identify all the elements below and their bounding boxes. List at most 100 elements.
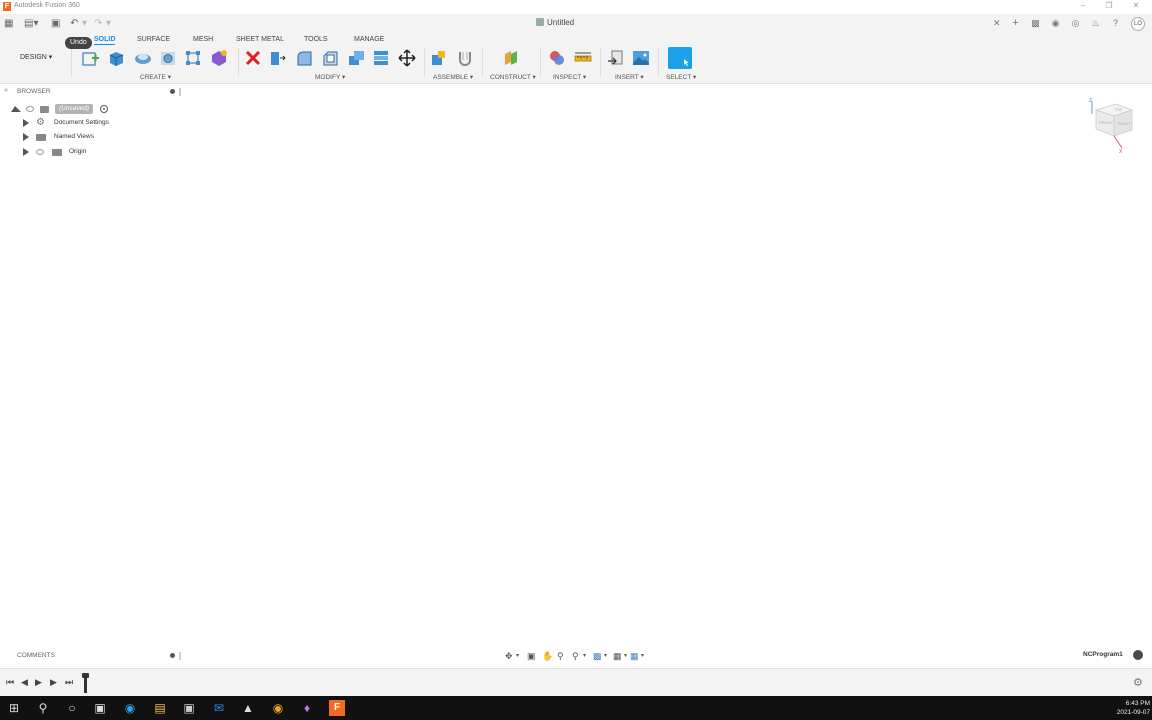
tab-mesh[interactable]: MESH	[193, 36, 213, 43]
interference-icon[interactable]	[548, 49, 566, 67]
chrome-icon[interactable]: ◉	[270, 700, 286, 716]
pin-comments-icon[interactable]	[170, 653, 175, 658]
offset-plane-icon[interactable]	[502, 49, 520, 67]
inspect-menu[interactable]: INSPECT ▾	[553, 73, 586, 81]
document-tab[interactable]: Untitled	[536, 18, 574, 27]
step-forward-icon[interactable]: ▶	[50, 676, 57, 688]
joint-icon[interactable]	[456, 49, 474, 67]
collapse-triangle-icon[interactable]	[11, 106, 21, 112]
drop-app-icon[interactable]: ♦	[299, 700, 315, 716]
insert-derive-icon[interactable]	[607, 49, 625, 67]
expand-triangle-icon[interactable]	[23, 133, 29, 141]
grid-snaps-icon[interactable]: ▦	[613, 650, 622, 662]
viewports-dropdown-icon[interactable]: ▾	[641, 650, 644, 662]
grid-dropdown-icon[interactable]: ▾	[624, 650, 627, 662]
pan-hand-icon[interactable]: ✋	[542, 650, 553, 662]
fit-icon[interactable]: ⚲	[572, 650, 579, 662]
create-form-icon[interactable]	[210, 49, 228, 67]
chamfer-icon[interactable]	[321, 49, 339, 67]
app-icon[interactable]: ▲	[240, 700, 256, 716]
file-explorer-icon[interactable]: ▤	[152, 700, 168, 716]
combine-icon[interactable]	[372, 49, 390, 67]
pattern-icon[interactable]	[184, 49, 202, 67]
help-icon[interactable]: ?	[1109, 17, 1122, 30]
extrude-icon[interactable]	[107, 49, 125, 67]
modify-menu[interactable]: MODIFY ▾	[315, 73, 345, 81]
user-avatar[interactable]: LO	[1131, 17, 1145, 31]
expand-triangle-icon[interactable]	[23, 119, 29, 127]
orbit-icon[interactable]: ✥	[505, 650, 513, 662]
select-icon[interactable]	[668, 47, 692, 69]
display-dropdown-icon[interactable]: ▾	[604, 650, 607, 662]
go-to-end-icon[interactable]: ⏭	[65, 676, 73, 688]
look-at-icon[interactable]: ▣	[527, 650, 536, 662]
new-tab-icon[interactable]: +	[1009, 17, 1022, 30]
file-menu-icon[interactable]: ▤▾	[24, 18, 38, 30]
shell-icon[interactable]	[347, 49, 365, 67]
restore-icon[interactable]: ❐	[1100, 1, 1118, 10]
fillet-icon[interactable]	[295, 49, 313, 67]
nc-program-icon[interactable]	[1133, 650, 1143, 660]
tab-surface[interactable]: SURFACE	[137, 36, 170, 43]
collapse-browser-icon[interactable]: «	[4, 87, 8, 94]
system-clock[interactable]: 6:43 PM 2021-09-07	[1108, 699, 1150, 717]
undo-icon[interactable]: ↶	[70, 18, 78, 30]
fusion-taskbar-icon[interactable]: F	[329, 700, 345, 716]
timeline-settings-gear-icon[interactable]: ⚙	[1133, 676, 1143, 689]
viewports-icon[interactable]: ▦	[630, 650, 639, 662]
browser-item-named-views[interactable]: Named Views	[0, 131, 182, 143]
extensions-icon[interactable]: ▩	[1029, 17, 1042, 30]
browser-item-document-settings[interactable]: ⚙ Document Settings	[0, 117, 182, 129]
delete-icon[interactable]	[244, 49, 262, 67]
visibility-eye-icon[interactable]	[36, 149, 44, 155]
insert-menu[interactable]: INSERT ▾	[615, 73, 644, 81]
redo-icon[interactable]: ↷	[94, 18, 102, 30]
play-icon[interactable]: ▶	[35, 676, 42, 688]
redo-dropdown-icon[interactable]: ▾	[106, 18, 111, 30]
timeline-marker-handle[interactable]	[82, 673, 89, 693]
browser-root-item[interactable]: (Unsaved)	[0, 103, 182, 115]
tab-tools[interactable]: TOOLS	[304, 36, 328, 43]
browser-panel-header[interactable]: « BROWSER	[0, 86, 182, 98]
go-to-start-icon[interactable]: ⏮	[6, 676, 14, 688]
close-tab-icon[interactable]: ✕	[993, 18, 1001, 29]
zoom-icon[interactable]: ⚲	[557, 650, 564, 662]
tab-solid[interactable]: SOLID	[94, 36, 116, 45]
measure-icon[interactable]	[574, 49, 592, 67]
nc-program-label[interactable]: NCProgram1	[1083, 651, 1123, 658]
revolve-icon[interactable]	[134, 49, 152, 67]
windows-start-icon[interactable]: ⊞	[6, 700, 22, 716]
press-pull-icon[interactable]	[268, 49, 286, 67]
view-cube[interactable]: TOP FRONT RIGHT Z X	[1088, 96, 1136, 154]
hole-icon[interactable]	[159, 49, 177, 67]
task-view-icon[interactable]: ▣	[92, 700, 108, 716]
panel-resize-handle[interactable]	[179, 88, 181, 96]
online-status-icon[interactable]: ◎	[1069, 17, 1082, 30]
comments-panel-header[interactable]: COMMENTS	[0, 650, 182, 662]
visibility-eye-icon[interactable]	[26, 106, 34, 112]
edge-browser-icon[interactable]: ◉	[122, 700, 138, 716]
search-icon[interactable]: ⚲	[35, 700, 51, 716]
insert-image-icon[interactable]	[632, 49, 650, 67]
pin-browser-icon[interactable]	[170, 89, 175, 94]
construct-menu[interactable]: CONSTRUCT ▾	[490, 73, 536, 81]
browser-item-origin[interactable]: Origin	[0, 146, 182, 158]
notifications-icon[interactable]: ♨	[1089, 17, 1102, 30]
minimize-icon[interactable]: –	[1074, 1, 1092, 10]
orbit-dropdown-icon[interactable]: ▾	[516, 650, 519, 662]
undo-dropdown-icon[interactable]: ▾	[82, 18, 87, 30]
display-settings-icon[interactable]: ▩	[593, 650, 602, 662]
tab-sheet-metal[interactable]: SHEET METAL	[236, 36, 284, 43]
move-copy-icon[interactable]	[398, 49, 416, 67]
close-window-icon[interactable]: ✕	[1127, 1, 1145, 10]
cortana-icon[interactable]: ○	[64, 700, 80, 716]
store-icon[interactable]: ▣	[181, 700, 197, 716]
create-menu[interactable]: CREATE ▾	[140, 73, 171, 81]
new-component-icon[interactable]	[430, 49, 448, 67]
tab-manage[interactable]: MANAGE	[354, 36, 384, 43]
select-menu[interactable]: SELECT ▾	[666, 73, 696, 81]
activate-radio-icon[interactable]	[100, 105, 108, 113]
mail-icon[interactable]: ✉	[211, 700, 227, 716]
create-sketch-icon[interactable]	[82, 49, 100, 67]
save-icon[interactable]: ▣	[51, 18, 60, 30]
